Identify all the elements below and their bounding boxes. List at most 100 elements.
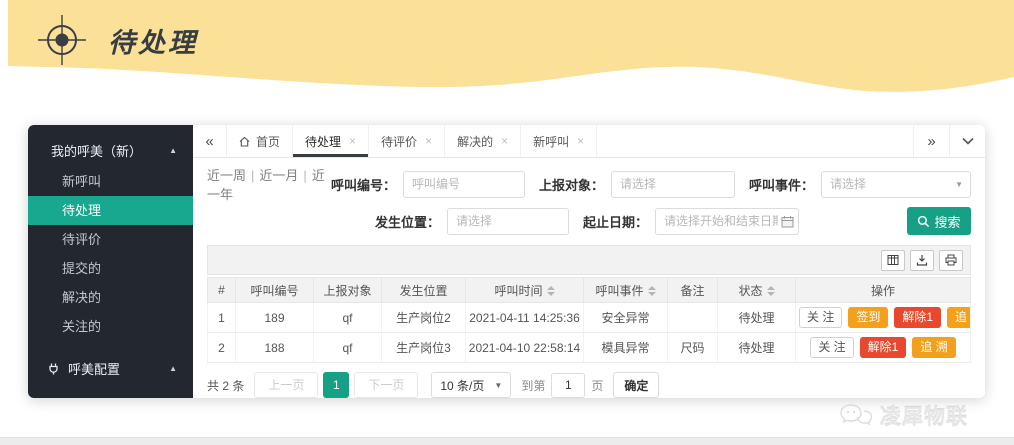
cell-report_target: qf: [314, 333, 382, 363]
quick-range-links: 近一周|近一月|近一年: [207, 165, 331, 203]
tab-待处理[interactable]: 待处理×: [293, 125, 369, 157]
cell-call_event: 模具异常: [584, 333, 668, 363]
print-button[interactable]: [939, 250, 963, 271]
tab-label: 新呼叫: [533, 133, 569, 150]
cell-location: 生产岗位2: [382, 303, 466, 333]
cell-index: 2: [208, 333, 236, 363]
column-header-call_time[interactable]: 呼叫时间: [466, 278, 584, 303]
filter-call-number: 呼叫编号：: [331, 171, 525, 198]
tab-close-icon[interactable]: ×: [577, 134, 584, 148]
brand-watermark: 凌犀物联: [839, 401, 968, 431]
tab-label: 首页: [256, 133, 280, 150]
cell-actions: 关 注解除1追 溯: [796, 333, 971, 363]
main-card: 我的呼美（新）▲新呼叫待处理待评价提交的解决的关注的呼美配置▲ « 首页待处理×…: [28, 125, 985, 398]
cell-location: 生产岗位3: [382, 333, 466, 363]
tabs-menu-button[interactable]: [949, 125, 985, 157]
checkin-button[interactable]: 签到: [848, 307, 888, 328]
home-icon: [239, 136, 250, 147]
sidebar-group-header[interactable]: 我的呼美（新）▲: [28, 133, 193, 167]
table-toolbar: [207, 245, 971, 275]
data-table: #呼叫编号上报对象发生位置呼叫时间呼叫事件备注状态操作 1189qf生产岗位22…: [207, 277, 971, 363]
filter-call-event: 呼叫事件： ▼: [749, 171, 971, 198]
tab-close-icon[interactable]: ×: [501, 134, 508, 148]
sidebar-group-header[interactable]: 呼美配置▲: [28, 351, 193, 385]
export-button[interactable]: [910, 250, 934, 271]
trace-button[interactable]: 追 溯: [947, 307, 970, 328]
tab-label: 待评价: [381, 133, 417, 150]
call-number-label: 呼叫编号：: [331, 175, 396, 194]
column-header-status[interactable]: 状态: [718, 278, 796, 303]
total-count-label: 共 2 条: [207, 377, 244, 394]
goto-confirm-button[interactable]: 确定: [613, 372, 659, 398]
sidebar-item[interactable]: 提交的: [28, 254, 193, 283]
follow-button[interactable]: 关 注: [799, 307, 842, 328]
table-header-row: #呼叫编号上报对象发生位置呼叫时间呼叫事件备注状态操作: [208, 278, 971, 303]
sidebar-item[interactable]: 待评价: [28, 225, 193, 254]
sidebar-gap: [28, 341, 193, 351]
page-banner: 待处理: [8, 0, 1014, 100]
tab-close-icon[interactable]: ×: [349, 134, 356, 148]
quick-range-separator: |: [251, 168, 254, 183]
columns-filter-button[interactable]: [881, 250, 905, 271]
goto-prefix-label: 到第: [521, 377, 545, 394]
search-button[interactable]: 搜索: [907, 207, 971, 235]
sort-icon[interactable]: [547, 286, 555, 296]
follow-button[interactable]: 关 注: [810, 337, 853, 358]
call-event-select[interactable]: [821, 171, 971, 198]
call-number-input[interactable]: [403, 171, 525, 198]
tabs-collapse-button[interactable]: «: [193, 125, 227, 157]
cell-status: 待处理: [718, 303, 796, 333]
table-row: 2188qf生产岗位32021-04-10 22:58:14模具异常尺码待处理关…: [208, 333, 971, 363]
call-event-label: 呼叫事件：: [749, 175, 814, 194]
page-number-button[interactable]: 1: [323, 372, 349, 398]
sidebar-item[interactable]: 待处理: [28, 196, 193, 225]
quick-range-link[interactable]: 近一月: [259, 168, 298, 183]
sidebar-item[interactable]: 解决的: [28, 283, 193, 312]
tab-新呼叫[interactable]: 新呼叫 ×: [521, 125, 597, 157]
sort-icon[interactable]: [648, 286, 656, 296]
release-button[interactable]: 解除1: [894, 307, 941, 328]
printer-icon: [945, 254, 957, 266]
cell-call_time: 2021-04-10 22:58:14: [466, 333, 584, 363]
cell-report_target: qf: [314, 303, 382, 333]
tab-close-icon[interactable]: ×: [425, 134, 432, 148]
column-header-label: 备注: [680, 284, 704, 298]
page-size-select[interactable]: 10 条/页 ▼: [431, 372, 511, 398]
sidebar-item[interactable]: 新呼叫: [28, 167, 193, 196]
location-input[interactable]: [447, 208, 569, 235]
cell-note: 尺码: [668, 333, 718, 363]
tab-解决的[interactable]: 解决的 ×: [445, 125, 521, 157]
pagination: 共 2 条 上一页 1 下一页 10 条/页 ▼ 到第 页 确定: [207, 372, 971, 398]
filter-date-range: 起止日期：: [583, 208, 799, 235]
sidebar-item[interactable]: 关注的: [28, 312, 193, 341]
column-header-index: #: [208, 278, 236, 303]
column-header-location: 发生位置: [382, 278, 466, 303]
quick-range-link[interactable]: 近一周: [207, 168, 246, 183]
report-target-input[interactable]: [611, 171, 735, 198]
tab-首页[interactable]: 首页: [227, 125, 293, 157]
goto-page-input[interactable]: [551, 373, 585, 398]
column-header-call_event[interactable]: 呼叫事件: [584, 278, 668, 303]
prev-page-button[interactable]: 上一页: [254, 372, 318, 398]
sidebar-group-label: 我的呼美（新）: [51, 141, 169, 160]
tabs-expand-button[interactable]: »: [913, 125, 949, 157]
trace-button[interactable]: 追 溯: [912, 337, 955, 358]
sort-icon[interactable]: [767, 286, 775, 296]
table-row: 1189qf生产岗位22021-04-11 14:25:36安全异常待处理关 注…: [208, 303, 971, 333]
tab-label: 解决的: [457, 133, 493, 150]
goto-suffix-label: 页: [591, 377, 603, 394]
report-target-label: 上报对象：: [539, 175, 604, 194]
cell-status: 待处理: [718, 333, 796, 363]
collapse-caret-icon[interactable]: ▲: [169, 364, 177, 373]
select-caret-icon: ▼: [494, 381, 502, 390]
next-page-button[interactable]: 下一页: [354, 372, 418, 398]
release-button[interactable]: 解除1: [860, 337, 907, 358]
date-range-input[interactable]: [655, 208, 799, 235]
tab-待评价[interactable]: 待评价 ×: [369, 125, 445, 157]
filter-location: 发生位置：: [375, 208, 569, 235]
column-header-call_no: 呼叫编号: [236, 278, 314, 303]
cell-call_no: 189: [236, 303, 314, 333]
collapse-caret-icon[interactable]: ▲: [169, 146, 177, 155]
column-header-label: 呼叫时间: [494, 284, 542, 298]
search-button-label: 搜索: [934, 212, 960, 231]
